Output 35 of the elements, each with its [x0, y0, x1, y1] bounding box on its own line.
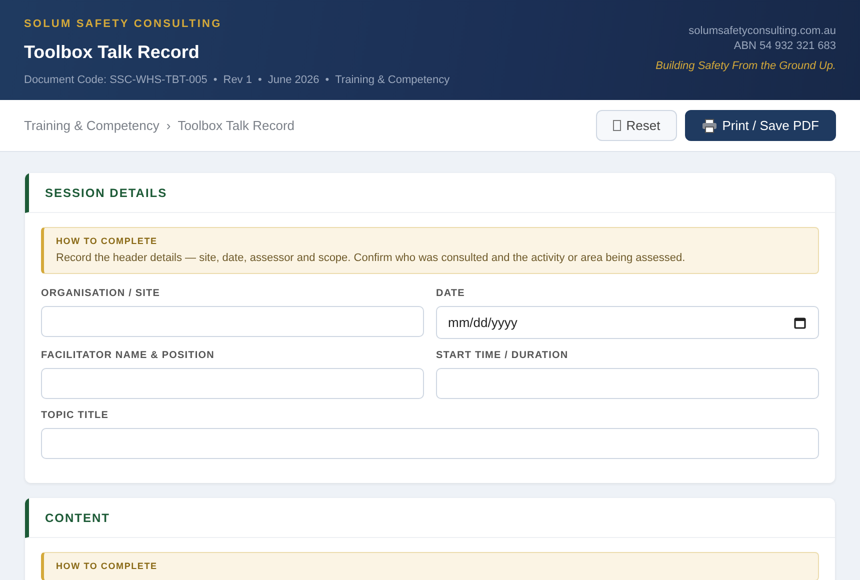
tagline: Building Safety From the Ground Up. [656, 60, 836, 72]
reset-button[interactable]: Reset [596, 110, 678, 141]
field-label: START TIME / DURATION [436, 350, 570, 361]
document-meta: Document Code: SSC-WHS-TBT-005 [24, 74, 208, 86]
breadcrumb-item: Toolbox Talk Record [178, 118, 295, 133]
section-title: SESSION DETAILS [45, 186, 168, 200]
calendar-icon[interactable] [794, 317, 806, 329]
hint-title: HOW TO COMPLETE [56, 561, 158, 571]
field-label: TOPIC TITLE [41, 410, 110, 421]
hint-title: HOW TO COMPLETE [56, 236, 158, 246]
breadcrumb-item[interactable]: Training & Competency [24, 118, 160, 133]
bullet-separator: • [213, 74, 218, 86]
bullet-separator: • [258, 74, 262, 86]
website-text: solumsafetyconsulting.com.au [688, 25, 836, 37]
document-meta: Training & Competency [335, 74, 450, 86]
section-title: CONTENT [45, 510, 110, 524]
date-field[interactable]: mm/dd/yyyy [436, 306, 819, 339]
company-name: SOLUM SAFETY CONSULTING [24, 18, 223, 30]
field-label: ORGANISATION / SITE [41, 288, 161, 299]
abn-text: ABN 54 932 321 683 [734, 40, 836, 52]
hint-text: Record the header details — site, date, assessor and scope. Confirm who was consulted and the activity or area being assessed. [56, 252, 686, 264]
page-title: Toolbox Talk Record [24, 42, 200, 63]
field-label: DATE [436, 288, 466, 299]
input-field[interactable] [41, 368, 424, 399]
bullet-separator: • [325, 74, 330, 86]
document-meta: June 2026 [268, 74, 320, 86]
input-field[interactable] [436, 368, 819, 399]
field-label: FACILITATOR NAME & POSITION [41, 350, 216, 361]
document-meta: Rev 1 [223, 74, 252, 86]
print-button[interactable]: Print / Save PDF [685, 110, 836, 141]
printer-icon [702, 118, 718, 132]
square-icon [613, 120, 622, 131]
input-field[interactable] [41, 428, 819, 459]
input-field[interactable] [41, 306, 424, 337]
breadcrumb-separator: › [166, 118, 171, 133]
